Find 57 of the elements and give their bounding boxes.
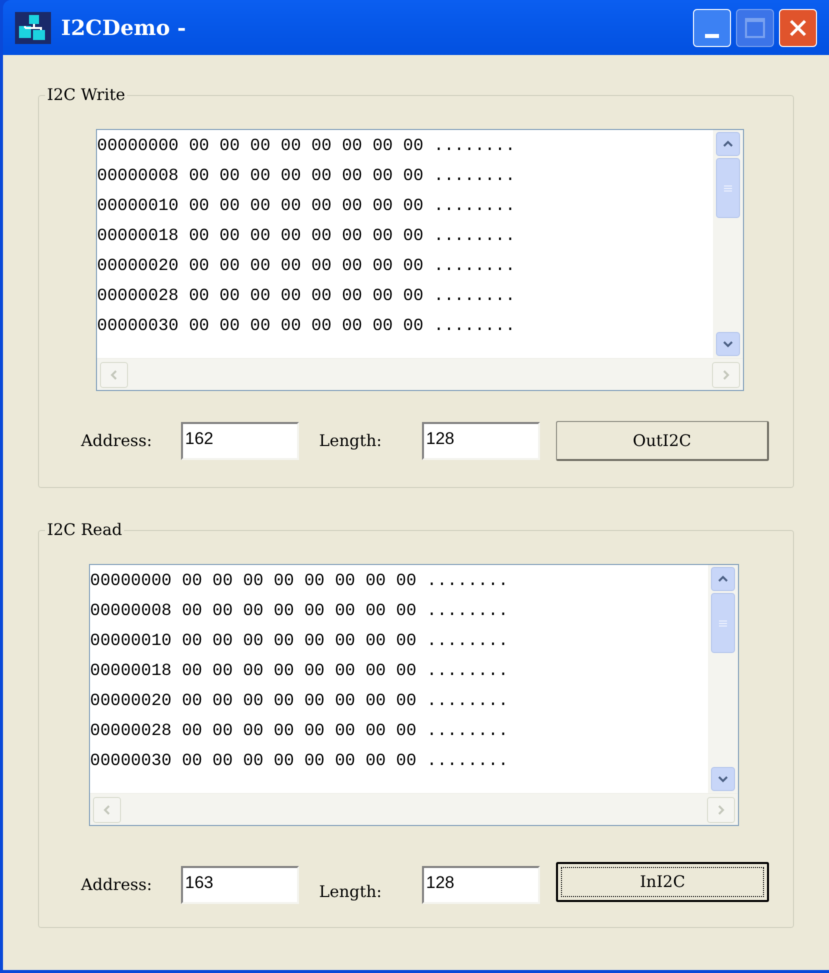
scroll-left-button[interactable] [93,796,121,822]
hex-row-text: 00000010 00 00 00 00 00 00 00 00 ........ [90,631,510,653]
hex-row-text: 00000018 00 00 00 00 00 00 00 00 ........ [90,661,510,683]
group-title: I2C Read [46,519,124,541]
app-icon [15,12,51,44]
chevron-left-icon [103,804,111,814]
group-title: I2C Write [46,84,126,106]
hex-row-text: 00000028 00 00 00 00 00 00 00 00 ........ [97,286,516,308]
hex-row-text: 00000008 00 00 00 00 00 00 00 00 ........ [97,166,516,188]
hex-row-text: 00000018 00 00 00 00 00 00 00 00 ........ [97,226,516,248]
chevron-down-icon [718,775,728,783]
scroll-up-button[interactable] [711,567,735,591]
chevron-up-icon [723,140,733,148]
scroll-down-button[interactable] [711,767,735,791]
address-label: Address: [81,874,153,896]
length-label: Length: [319,881,383,903]
maximize-icon [745,18,765,38]
hex-row-text: 00000000 00 00 00 00 00 00 00 00 ........ [90,571,510,593]
length-label: Length: [319,430,383,452]
action-button[interactable]: OutI2C [556,421,769,461]
horizontal-scrollbar[interactable] [97,358,743,390]
close-button[interactable] [779,8,817,46]
hex-row-text: 00000000 00 00 00 00 00 00 00 00 ........ [97,136,516,158]
address-field[interactable]: 163 [181,866,299,904]
hex-row-text: 00000028 00 00 00 00 00 00 00 00 ........ [90,721,510,743]
close-icon [788,18,808,38]
action-button[interactable]: InI2C [556,862,769,902]
hex-row-text: 00000020 00 00 00 00 00 00 00 00 ........ [97,256,516,278]
scroll-left-button[interactable] [100,362,128,388]
minimize-button[interactable] [693,8,731,46]
length-field[interactable]: 128 [422,422,540,460]
address-field[interactable]: 162 [181,422,299,460]
hex-row-text: 00000030 00 00 00 00 00 00 00 00 ........ [97,316,516,338]
chevron-right-icon [717,804,725,814]
vertical-scrollbar[interactable] [708,565,738,793]
scroll-thumb[interactable] [711,593,735,653]
scroll-right-button[interactable] [712,362,740,388]
hex-row-text: 00000020 00 00 00 00 00 00 00 00 ........ [90,691,510,713]
horizontal-scrollbar[interactable] [90,793,738,825]
length-field[interactable]: 128 [422,866,540,904]
grip-icon [719,620,727,626]
hex-row-text: 00000010 00 00 00 00 00 00 00 00 ........ [97,196,516,218]
vertical-scrollbar[interactable] [713,130,743,358]
chevron-left-icon [110,370,118,380]
hex-row-text: 00000008 00 00 00 00 00 00 00 00 ........ [90,601,510,623]
hex-row-text: 00000030 00 00 00 00 00 00 00 00 ........ [90,751,510,773]
window-title: I2CDemo - [61,14,186,42]
chevron-up-icon [718,575,728,583]
minimize-icon [705,34,719,38]
scroll-down-button[interactable] [716,332,740,356]
chevron-right-icon [722,370,730,380]
chevron-down-icon [723,340,733,348]
address-label: Address: [81,430,153,452]
scroll-up-button[interactable] [716,132,740,156]
scroll-right-button[interactable] [707,796,735,822]
scroll-thumb[interactable] [716,158,740,218]
grip-icon [724,184,732,192]
